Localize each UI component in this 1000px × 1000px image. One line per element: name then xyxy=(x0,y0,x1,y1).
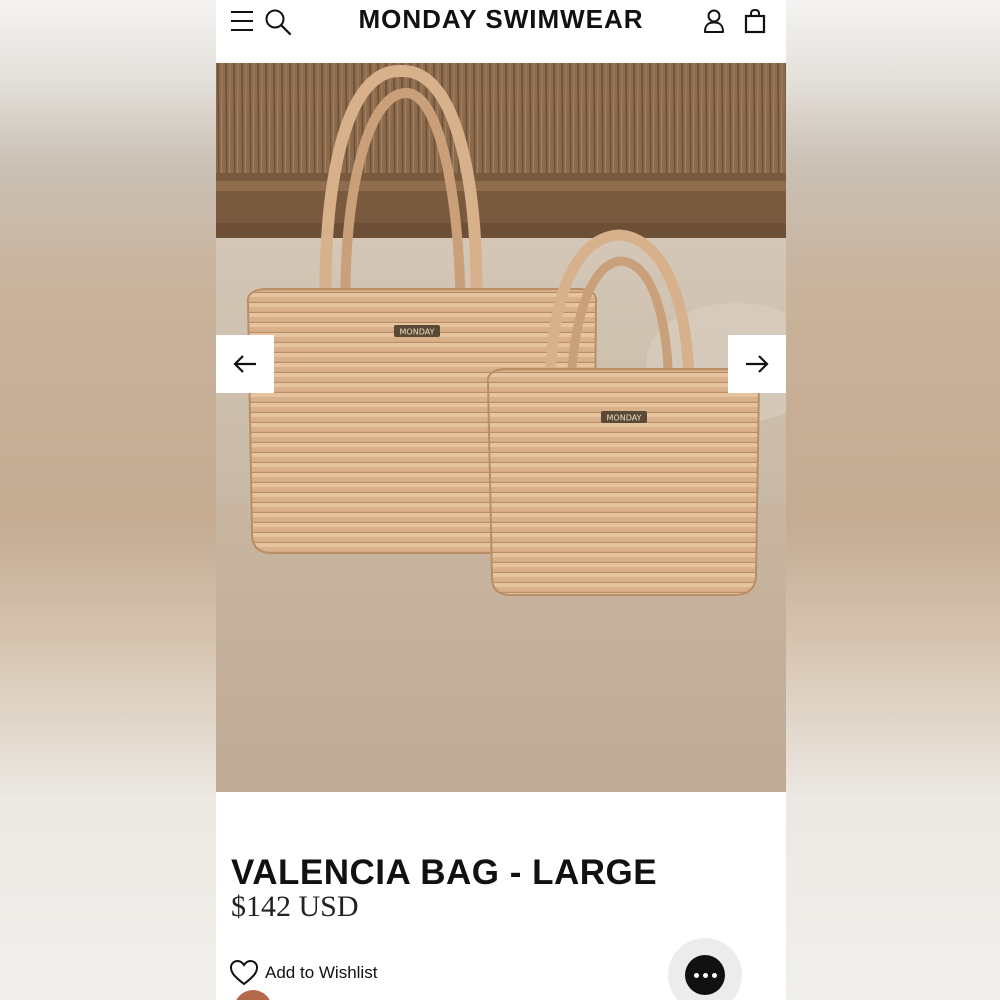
product-title: VALENCIA BAG - LARGE xyxy=(231,853,658,893)
arrow-right-icon xyxy=(746,355,769,373)
bag-brand-tag: MONDAY xyxy=(400,328,435,337)
next-image-button[interactable] xyxy=(728,335,786,393)
top-navigation-bar: MONDAY SWIMWEAR xyxy=(216,0,786,63)
product-photo: MONDAY MONDAY xyxy=(216,63,786,792)
add-to-wishlist-button[interactable]: Add to Wishlist xyxy=(229,957,377,989)
wishlist-label: Add to Wishlist xyxy=(265,963,378,982)
previous-image-button[interactable] xyxy=(216,335,274,393)
heart-icon xyxy=(229,959,259,986)
product-price: $142 USD xyxy=(231,890,359,923)
brand-logo[interactable]: MONDAY SWIMWEAR xyxy=(216,4,786,35)
bag-brand-tag: MONDAY xyxy=(607,414,642,423)
arrow-left-icon xyxy=(233,355,256,373)
color-swatch[interactable] xyxy=(234,990,272,1000)
shopping-bag-icon[interactable] xyxy=(744,8,766,34)
chat-bubble-icon xyxy=(685,955,725,995)
account-icon[interactable] xyxy=(703,8,725,34)
product-image-gallery[interactable]: MONDAY MONDAY xyxy=(216,63,786,792)
product-page: MONDAY SWIMWEAR MONDAY MONDAY VALENCIA B… xyxy=(216,0,786,1000)
chat-button[interactable] xyxy=(668,938,742,1000)
